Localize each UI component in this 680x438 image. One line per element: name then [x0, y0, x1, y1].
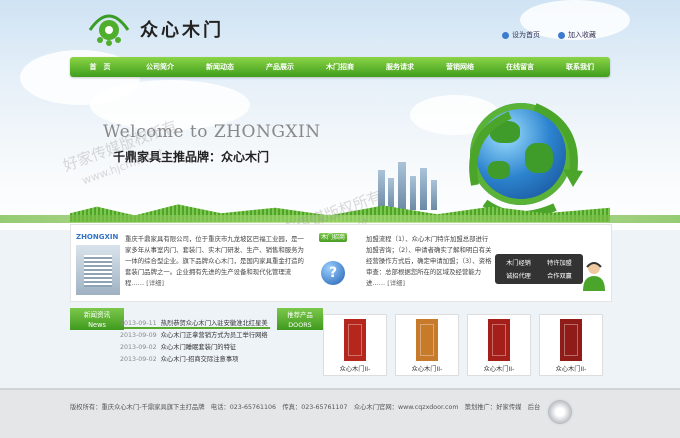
- news-item[interactable]: 2013-09-02 众心木门-招商交际注意事项: [120, 354, 268, 366]
- nav-news[interactable]: 新闻动态: [190, 62, 250, 72]
- franchise-join-button[interactable]: 特许加盟: [540, 258, 579, 269]
- recycle-arrows-graphic: [469, 103, 583, 220]
- company-logo[interactable]: [86, 10, 132, 48]
- door-image: [416, 319, 438, 361]
- company-logo-text: ZHONGXIN: [76, 233, 119, 241]
- door-image: [344, 319, 366, 361]
- question-icon: ?: [321, 261, 345, 285]
- nav-contact[interactable]: 联系我们: [550, 62, 610, 72]
- nav-network[interactable]: 营销网络: [430, 62, 490, 72]
- door-image: [488, 319, 510, 361]
- building-graphic: [410, 176, 416, 210]
- top-links: 设为首页 加入收藏: [502, 30, 596, 40]
- star-icon: [558, 31, 565, 39]
- add-favorite-link[interactable]: 加入收藏: [558, 30, 596, 40]
- franchise-tab[interactable]: 木门招商: [319, 233, 347, 242]
- nav-service[interactable]: 服务请求: [370, 62, 430, 72]
- brand-name: 众心木门: [140, 20, 224, 41]
- site-footer: 版权所有：重庆众心木门-千鼎家具旗下主打品牌 电话：023-65761106 传…: [0, 388, 680, 438]
- door-image: [560, 319, 582, 361]
- building-graphic: [388, 178, 394, 210]
- dealer-button[interactable]: 木门经销: [499, 258, 538, 269]
- news-section: 新闻资讯 News 2013-09-11 热烈恭贺众心木门入驻安徽淮北红星美 20…: [70, 308, 270, 378]
- nav-about[interactable]: 公司简介: [130, 62, 190, 72]
- products-tab[interactable]: 推荐产品 DOORS: [277, 308, 323, 330]
- set-homepage-link[interactable]: 设为首页: [502, 30, 540, 40]
- news-list: 2013-09-11 热烈恭贺众心木门入驻安徽淮北红星美 2013-09-09 众心…: [120, 318, 268, 366]
- intro-more-link[interactable]: [详细]: [146, 279, 164, 287]
- nav-home[interactable]: 首 页: [70, 62, 130, 72]
- intro-panel: ZHONGXIN 重庆千鼎家具有限公司，位于重庆市九龙坡区巴福工业园，是一家多年…: [70, 224, 612, 302]
- main-nav: 首 页 公司简介 新闻动态 产品展示 木门招商 服务请求 营销网络 在线留言 联…: [70, 57, 610, 77]
- building-graphic: [431, 180, 437, 210]
- footer-copyright: 版权所有：重庆众心木门-千鼎家具旗下主打品牌 电话：023-65761106 传…: [70, 404, 541, 411]
- products-section: 推荐产品 DOORS 众心木门II- 众心木门II- 众心木门II- 众心木门I…: [277, 308, 610, 380]
- product-grid: 众心木门II- 众心木门II- 众心木门II- 众心木门II-: [323, 314, 603, 376]
- company-intro: 重庆千鼎家具有限公司，位于重庆市九龙坡区巴福工业园，是一家多年从事室内门、套装门…: [125, 235, 304, 287]
- news-tab[interactable]: 新闻资讯 News: [70, 308, 124, 330]
- flow-more-link[interactable]: [详细]: [387, 279, 405, 287]
- home-icon: [502, 31, 509, 39]
- footer-logo: [546, 398, 574, 426]
- building-graphic: [420, 168, 427, 210]
- news-item[interactable]: 2013-09-02 众心木门睡眠套装门的特征: [120, 342, 268, 354]
- cooperation-button[interactable]: 合作双赢: [540, 271, 579, 282]
- product-card[interactable]: 众心木门II-: [467, 314, 531, 376]
- customer-service-icon: [583, 262, 605, 291]
- franchise-buttons: 木门经销 特许加盟 诚招代理 合作双赢: [495, 254, 583, 284]
- news-item[interactable]: 2013-09-11 热烈恭贺众心木门入驻安徽淮北红星美: [120, 318, 268, 330]
- news-item[interactable]: 2013-09-09 众心木门正拿营销方式为员工举行网络: [120, 330, 268, 342]
- product-card[interactable]: 众心木门II-: [539, 314, 603, 376]
- nav-message[interactable]: 在线留言: [490, 62, 550, 72]
- nav-products[interactable]: 产品展示: [250, 62, 310, 72]
- agent-recruit-button[interactable]: 诚招代理: [499, 271, 538, 282]
- company-building-image: [76, 245, 120, 295]
- product-card[interactable]: 众心木门II-: [323, 314, 387, 376]
- nav-franchise[interactable]: 木门招商: [310, 62, 370, 72]
- franchise-flow: 加盟流程（1）、众心木门特许加盟总部进行加盟咨询；（2）、申请者确实了解和明白有…: [366, 235, 492, 287]
- product-card[interactable]: 众心木门II-: [395, 314, 459, 376]
- building-graphic: [398, 162, 406, 210]
